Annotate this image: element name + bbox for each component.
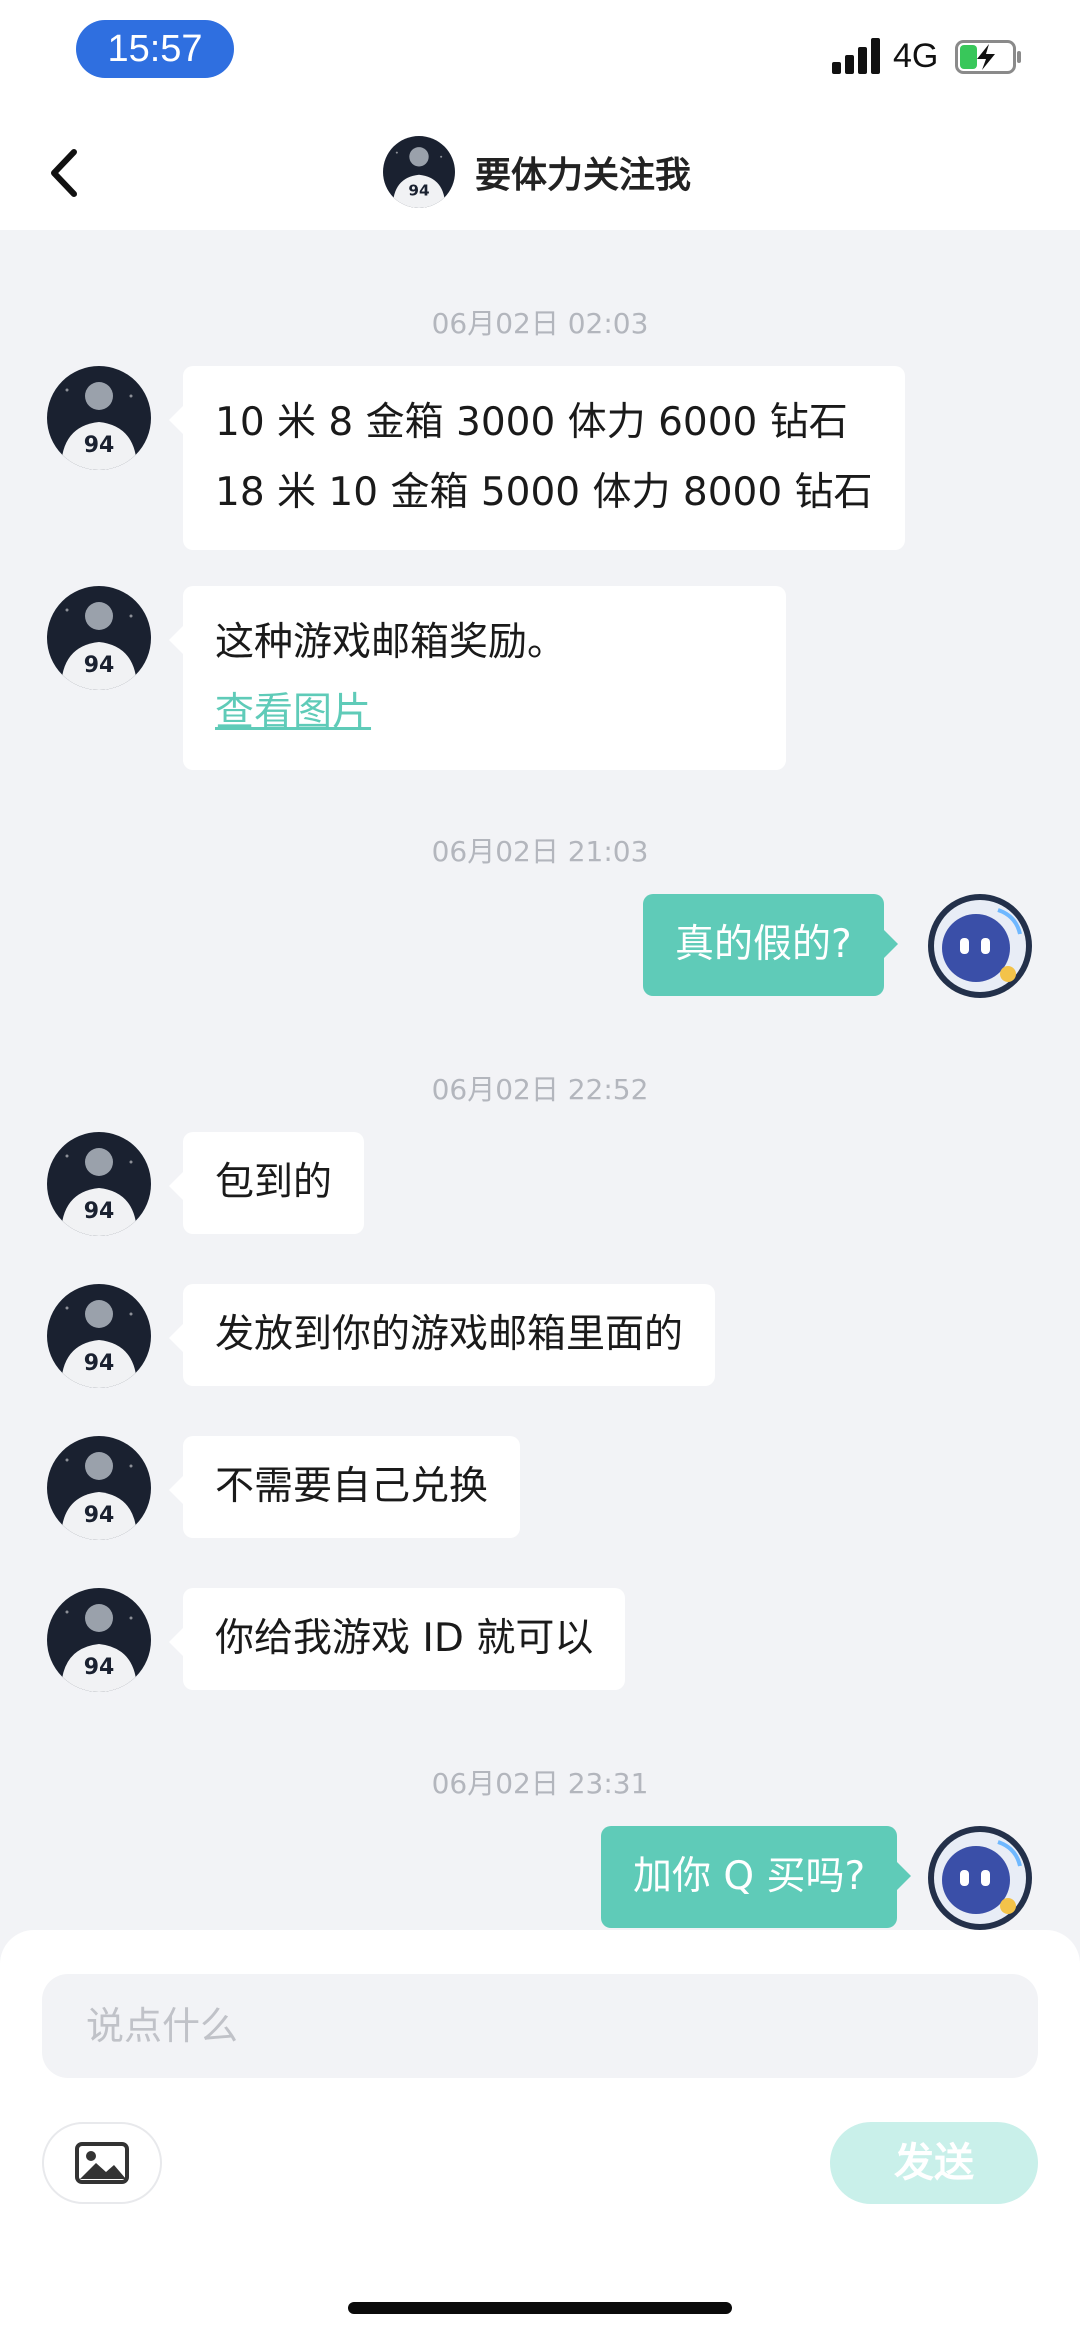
message-bubble-incoming[interactable]: 你给我游戏 ID 就可以: [168, 1588, 626, 1690]
home-indicator: [348, 2302, 732, 2314]
contact-avatar[interactable]: 94: [47, 1436, 151, 1540]
svg-text:94: 94: [84, 1503, 115, 1528]
user-avatar[interactable]: [928, 894, 1032, 998]
message-input[interactable]: [42, 1974, 1038, 2078]
battery-icon: [955, 40, 1021, 74]
view-image-link[interactable]: 查看图片: [215, 678, 566, 748]
message-bubble-incoming[interactable]: 10 米 8 金箱 3000 体力 6000 钻石 18 米 10 金箱 500…: [169, 366, 905, 550]
network-type: 4G: [893, 37, 939, 75]
contact-avatar[interactable]: 94: [47, 366, 151, 470]
timestamp: 06月02日 02:03: [431, 307, 649, 340]
contact-avatar[interactable]: 94: [383, 136, 455, 208]
message-bubble-outgoing[interactable]: 真的假的?: [643, 894, 898, 996]
user-avatar[interactable]: [928, 1826, 1032, 1930]
svg-text:94: 94: [84, 1351, 115, 1376]
nav-title-group[interactable]: 94 要体力关注我: [383, 134, 691, 210]
svg-text:94: 94: [84, 433, 115, 458]
message-text: 不需要自己兑换: [215, 1464, 489, 1509]
message-text: 加你 Q 买吗?: [633, 1854, 866, 1899]
timestamp: 06月02日 22:52: [431, 1073, 649, 1106]
message-text: 18 米 10 金箱 5000 体力 8000 钻石: [215, 470, 873, 515]
message-text: 包到的: [215, 1160, 333, 1205]
contact-avatar[interactable]: 94: [47, 1284, 151, 1388]
svg-text:94: 94: [84, 653, 115, 678]
message-text: 真的假的?: [675, 922, 852, 967]
timestamp: 06月02日 21:03: [431, 835, 649, 868]
send-button[interactable]: 发送: [830, 2122, 1038, 2204]
chevron-left-icon[interactable]: [30, 138, 100, 208]
status-bar: 15:57 4G: [0, 0, 1080, 120]
message-bubble-outgoing[interactable]: 加你 Q 买吗?: [601, 1826, 912, 1928]
message-bubble-incoming[interactable]: 这种游戏邮箱奖励。 查看图片: [168, 586, 787, 770]
message-bubble-incoming[interactable]: 发放到你的游戏邮箱里面的: [168, 1284, 716, 1386]
timestamp: 06月02日 23:31: [431, 1767, 649, 1800]
svg-text:94: 94: [408, 182, 429, 200]
status-time: 15:57: [76, 20, 234, 78]
nav-title: 要体力关注我: [475, 155, 692, 196]
message-bubble-incoming[interactable]: 不需要自己兑换: [168, 1436, 521, 1538]
signal-icon: [832, 36, 882, 74]
svg-text:94: 94: [84, 1199, 115, 1224]
chat-screen: 15:57 4G 94 要体力关注我 06月02日 02:03 94 10 米 …: [0, 0, 1080, 2337]
message-text: 发放到你的游戏邮箱里面的: [215, 1312, 684, 1357]
nav-bar: 94 要体力关注我: [0, 120, 1080, 230]
message-list[interactable]: 06月02日 02:03 94 10 米 8 金箱 3000 体力 6000 钻…: [0, 230, 1080, 1930]
svg-text:94: 94: [84, 1655, 115, 1680]
image-icon: [75, 2142, 129, 2184]
message-text: 这种游戏邮箱奖励。: [215, 620, 567, 665]
contact-avatar[interactable]: 94: [47, 1588, 151, 1692]
message-text: 10 米 8 金箱 3000 体力 6000 钻石: [215, 400, 848, 445]
composer-panel: 发送: [0, 1930, 1080, 2337]
message-text: 你给我游戏 ID 就可以: [215, 1616, 594, 1661]
contact-avatar[interactable]: 94: [47, 586, 151, 690]
image-picker-button[interactable]: [42, 2122, 162, 2204]
contact-avatar[interactable]: 94: [47, 1132, 151, 1236]
message-bubble-incoming[interactable]: 包到的: [168, 1132, 365, 1234]
